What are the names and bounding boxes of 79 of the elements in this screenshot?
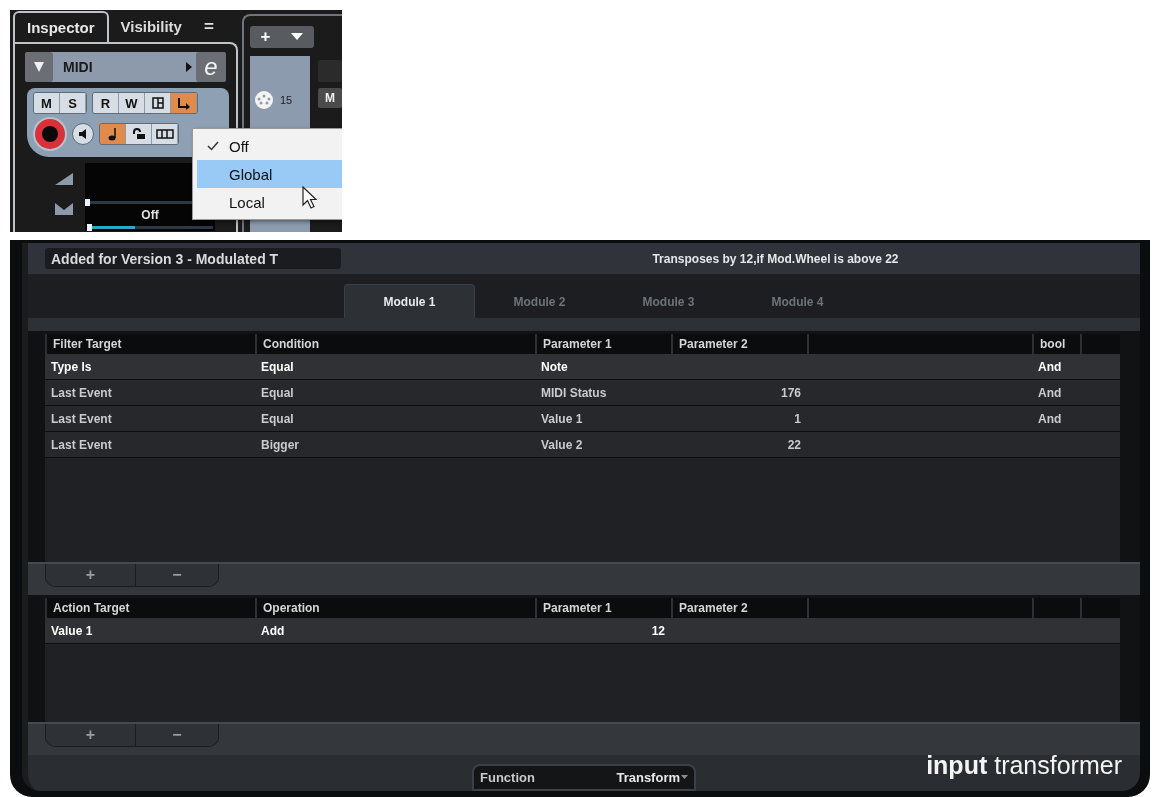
monitor-button[interactable] xyxy=(72,123,94,145)
function-selector[interactable]: Function Transform xyxy=(472,764,696,791)
toggle-button[interactable]: M xyxy=(34,93,60,113)
toggle-button[interactable] xyxy=(100,124,126,144)
table-cell-text: Last Event xyxy=(50,384,113,402)
slider-thumb[interactable] xyxy=(87,224,92,231)
table-cell-text: 12 xyxy=(650,622,666,640)
table-cell-text: MIDI Status xyxy=(540,384,608,402)
menu-item[interactable]: Local xyxy=(197,188,342,216)
toggle-button[interactable]: W xyxy=(119,93,145,113)
menu-item[interactable]: Off xyxy=(197,132,342,160)
table-row[interactable]: Last Event Equal MIDI Status 176 And xyxy=(45,380,1120,407)
action-row-button[interactable]: − xyxy=(135,723,218,746)
table-cell-text: And xyxy=(1037,410,1063,428)
pan-value: Off xyxy=(140,208,160,222)
app-logo: input transformer xyxy=(926,751,1122,780)
menu-icon[interactable]: = xyxy=(203,17,214,37)
edit-button[interactable]: e xyxy=(196,52,226,82)
track-name: MIDI xyxy=(62,59,94,75)
table-cell-text: 176 xyxy=(779,384,802,402)
preset-description: Transposes by 12,if Mod.Wheel is above 22 xyxy=(651,251,900,266)
toggle-button[interactable] xyxy=(145,93,171,113)
expand-arrow-icon[interactable] xyxy=(186,62,192,72)
table-cell-text: Type Is xyxy=(50,358,93,376)
mute-button[interactable]: M xyxy=(318,88,342,108)
action-row-button[interactable]: + xyxy=(46,723,135,746)
slider-track[interactable] xyxy=(87,226,213,229)
table-cell-text: Value 2 xyxy=(540,436,584,454)
slider-thumb[interactable] xyxy=(85,199,90,206)
record-button[interactable] xyxy=(33,117,67,151)
table-cell-text: Value 1 xyxy=(540,410,584,428)
filter-row-button[interactable]: − xyxy=(135,564,218,587)
filter-row-button[interactable]: + xyxy=(46,564,135,587)
table-row[interactable]: Type Is Equal Note And xyxy=(45,354,1120,381)
table-cell-text: Note xyxy=(540,358,569,376)
caret-icon xyxy=(681,775,688,780)
track-cell xyxy=(318,60,342,82)
mouse-cursor-icon xyxy=(302,186,318,210)
table-cell-text: And xyxy=(1037,358,1063,376)
table-cell-text: 22 xyxy=(786,436,802,454)
table-cell-text: Add xyxy=(260,622,286,640)
triangle-down-icon xyxy=(34,61,44,73)
table-cell-text: And xyxy=(1037,384,1063,402)
track-number: 15 xyxy=(280,94,293,106)
speaker-icon xyxy=(78,129,88,139)
add-track-button[interactable]: + xyxy=(250,26,314,48)
table-row[interactable]: Last Event Equal Value 1 1 And xyxy=(45,406,1120,433)
menu-item[interactable]: Global xyxy=(197,160,342,188)
table-cell-text: Equal xyxy=(260,384,295,402)
table-cell-text: Last Event xyxy=(50,436,113,454)
collapse-button[interactable] xyxy=(25,52,53,82)
inspector-tab[interactable]: Visibility xyxy=(108,11,194,43)
table-row[interactable]: Last Event Bigger Value 2 22 xyxy=(45,432,1120,459)
bars-icon xyxy=(155,129,174,139)
toggle-button[interactable] xyxy=(126,124,152,144)
toggle-button[interactable] xyxy=(171,93,197,113)
note-icon xyxy=(107,127,118,141)
toggle-button[interactable] xyxy=(152,124,178,144)
table-cell-text: Equal xyxy=(260,410,295,428)
module-tab[interactable]: Module 2 xyxy=(475,285,604,319)
toggle-button[interactable]: R xyxy=(93,93,119,113)
caret-icon xyxy=(291,33,304,41)
volume-icon xyxy=(55,173,73,185)
lock-icon xyxy=(131,128,146,140)
route-arrow-icon xyxy=(176,96,191,110)
preset-dropdown[interactable]: Added for Version 3 - Modulated T xyxy=(45,248,341,270)
midi-port-icon xyxy=(254,90,274,110)
module-tab[interactable]: Module 3 xyxy=(604,285,733,319)
table-cell-text: Value 1 xyxy=(50,622,94,640)
table-cell-text: Bigger xyxy=(260,436,300,454)
pan-icon xyxy=(55,203,73,215)
table-cell-text: Equal xyxy=(260,358,295,376)
inspector-tab[interactable]: Inspector xyxy=(13,10,109,44)
table-cell-text: Last Event xyxy=(50,410,113,428)
table-row[interactable]: Value 1 Add 12 xyxy=(45,618,1120,645)
toggle-button[interactable]: S xyxy=(60,93,86,113)
grid-icon xyxy=(151,97,164,109)
module-tab[interactable]: Module 1 xyxy=(344,284,475,319)
table-cell-text: 1 xyxy=(793,410,802,428)
